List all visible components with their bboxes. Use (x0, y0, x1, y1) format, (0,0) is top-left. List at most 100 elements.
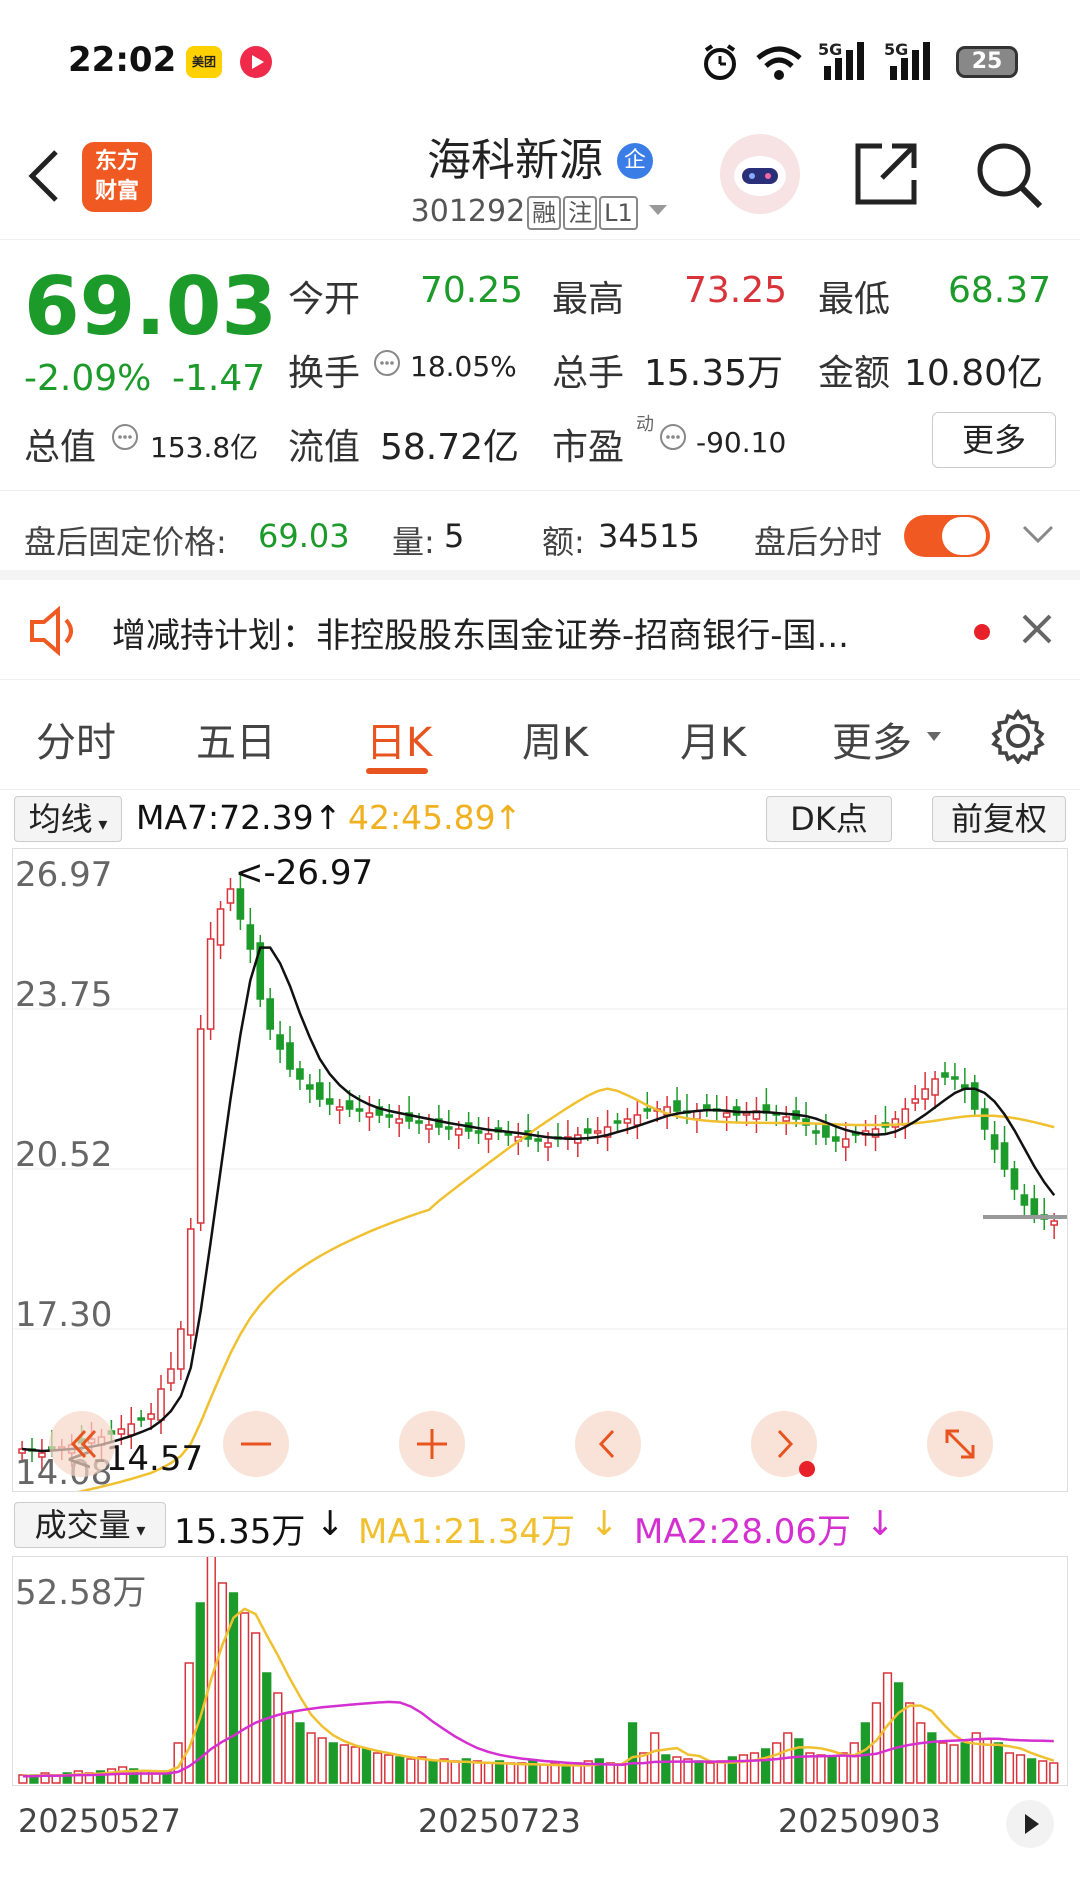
volume-chart[interactable]: 52.58万 (12, 1554, 1068, 1786)
volume-bar (650, 1732, 660, 1784)
volume-bar (505, 1762, 516, 1784)
fullscreen-button[interactable] (927, 1411, 993, 1477)
volume-bar (938, 1742, 948, 1784)
volume-bar (406, 1758, 416, 1784)
volume-indicator-bar: 成交量 ▾ 15.35万 ↓ MA1:21.34万 ↓ MA2:28.06万 ↓ (0, 1498, 1080, 1554)
notice-bar[interactable]: 增减持计划：非控股股东国金证券-招商银行-国... (0, 580, 1080, 680)
candle (365, 1112, 374, 1118)
volume-bar (949, 1744, 959, 1784)
battery-indicator: 25 (956, 46, 1018, 78)
volume-select[interactable]: 成交量 ▾ (14, 1502, 166, 1548)
high-value: 73.25 (684, 270, 788, 311)
robot-assistant-icon[interactable] (720, 134, 800, 214)
info-icon[interactable] (372, 348, 402, 382)
zoom-in-button[interactable] (399, 1411, 465, 1477)
kline-chart[interactable]: 26.97 23.75 20.52 17.30 14.08 <-26.97 <-… (12, 848, 1068, 1501)
high-label: 最高 (552, 279, 625, 320)
candle (345, 1100, 354, 1110)
margin-tag: 融 (527, 196, 562, 230)
candle (196, 1028, 205, 1224)
volume-bar (561, 1764, 571, 1784)
tab-monthly-k[interactable]: 月K (680, 710, 746, 768)
more-quote-button[interactable]: 更多 (932, 412, 1056, 468)
volume-bar (605, 1762, 616, 1784)
info-icon[interactable] (110, 422, 140, 456)
candle (216, 908, 225, 946)
stock-code: 301292 (410, 194, 526, 229)
candle (454, 1128, 463, 1136)
candle (147, 1413, 155, 1420)
caret-down-icon (926, 728, 942, 747)
volume-bar (661, 1754, 671, 1784)
candle (315, 1082, 324, 1100)
adjust-button[interactable]: 前复权 (932, 796, 1066, 842)
open-label: 今开 (288, 279, 361, 320)
candle (186, 1228, 195, 1336)
toggle-knob (942, 517, 986, 555)
volume-bar (849, 1742, 859, 1784)
volume-bar (827, 1756, 837, 1784)
scroll-left-fast-button[interactable] (49, 1411, 115, 1477)
tab-more[interactable]: 更多 (832, 710, 912, 768)
close-icon[interactable] (1020, 612, 1054, 650)
scroll-left-button[interactable] (575, 1411, 641, 1477)
volume-bar (273, 1692, 283, 1784)
float-cap-label: 流值 (288, 427, 361, 468)
y-label-4: 17.30 (15, 1295, 113, 1335)
zoom-out-button[interactable] (223, 1411, 289, 1477)
candle (1000, 1142, 1009, 1170)
volume-bar (317, 1737, 327, 1784)
candle (583, 1128, 592, 1134)
volume-bar (749, 1752, 760, 1784)
candle (484, 1133, 493, 1140)
alarm-icon (700, 42, 740, 86)
tab-five-day[interactable]: 五日 (196, 710, 276, 768)
amount-value: 10.80亿 (904, 353, 1044, 394)
play-icon[interactable] (1006, 1800, 1054, 1848)
volume-svg (18, 1554, 1059, 1784)
pe-label: 市盈 (552, 427, 625, 468)
amount-label: 金额 (818, 353, 891, 394)
candle (951, 1076, 959, 1080)
volume-bar (772, 1742, 782, 1784)
volume-bar (239, 1612, 250, 1784)
info-icon[interactable] (658, 422, 688, 456)
share-icon[interactable] (852, 140, 920, 212)
tab-daily-k[interactable]: 日K (366, 710, 432, 768)
tab-weekly-k[interactable]: 周K (522, 710, 588, 768)
tab-intraday[interactable]: 分时 (36, 710, 116, 768)
after-hours-volume: 5 (444, 517, 465, 555)
candle (177, 1328, 185, 1370)
caret-down-icon: ▾ (130, 1520, 146, 1541)
candle (722, 1112, 731, 1118)
stock-header: 东方 财富 海科新源 企 301292 融注 L1 (0, 110, 1080, 240)
turnover-value: 18.05% (410, 350, 517, 383)
signal-icon-1 (820, 40, 872, 86)
settings-gear-icon[interactable] (990, 708, 1046, 768)
candle (444, 1126, 453, 1130)
candle (812, 1130, 820, 1134)
candle (474, 1130, 483, 1134)
chevron-down-icon[interactable] (1020, 523, 1056, 551)
dk-point-button[interactable]: DK点 (766, 796, 892, 842)
volume-bar (1038, 1760, 1048, 1784)
volume-ma1: MA1:21.34万 (358, 1512, 576, 1552)
candle (296, 1068, 304, 1080)
after-hours-price-label: 盘后固定价格: (24, 523, 227, 561)
turnover-label: 换手 (288, 353, 361, 394)
candle (941, 1072, 949, 1078)
candle (1010, 1168, 1019, 1190)
search-icon[interactable] (974, 140, 1044, 214)
candle (385, 1114, 394, 1118)
ma-select[interactable]: 均线 ▾ (14, 796, 122, 842)
candle (286, 1042, 294, 1070)
volume-bar (417, 1756, 427, 1784)
candle (266, 998, 274, 1030)
volume-bar (284, 1712, 294, 1784)
market-cap-label: 总值 (24, 427, 97, 468)
candle (702, 1104, 711, 1110)
candle (921, 1088, 929, 1100)
candle (137, 1417, 145, 1421)
candle (931, 1078, 939, 1096)
ma42-value: 42:45.89 (348, 798, 496, 837)
